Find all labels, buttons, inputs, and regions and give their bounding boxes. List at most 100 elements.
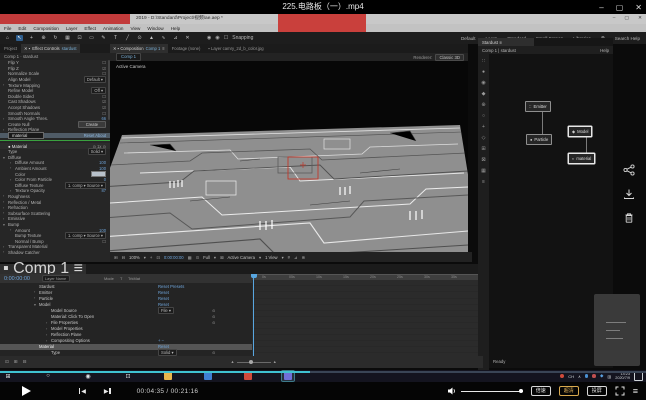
viewport-toolbar-item[interactable]: 100% <box>129 255 140 260</box>
effect-property-row[interactable]: › Shadow Catcher <box>0 250 110 256</box>
node-model[interactable]: ◆ Model <box>568 126 592 137</box>
tab-effect-controls[interactable]: ✕ ▪ Effect Controls stardust <box>21 44 79 53</box>
viewport-toolbar-item[interactable]: Full <box>203 255 210 260</box>
quality-button[interactable]: 超清 <box>559 386 579 396</box>
property-value[interactable]: 87 <box>101 188 106 193</box>
viewport-toolbar-item[interactable]: ⊟ <box>122 255 126 260</box>
menu-item[interactable]: Edit <box>18 26 26 31</box>
node-tool-icon[interactable]: ∷ <box>482 58 485 64</box>
node-tool-icon[interactable]: ⊞ <box>481 146 485 152</box>
node-tool-icon[interactable]: ≡ <box>482 179 485 185</box>
node-tool-icon[interactable]: ◇ <box>482 135 486 141</box>
tab-composition[interactable]: ✕ ▪ Composition Comp 1 ≡ <box>110 44 168 53</box>
share-icon[interactable] <box>623 164 635 176</box>
cast-button[interactable]: 投屏 <box>587 386 607 396</box>
trash-icon[interactable] <box>623 212 635 224</box>
viewport-toolbar-item[interactable]: Active Camera <box>227 255 254 260</box>
row-value[interactable]: Reset <box>158 296 169 301</box>
paragraph-panel-icon[interactable]: ◉ <box>215 35 219 41</box>
node-tool-icon[interactable]: ▦ <box>481 168 486 174</box>
tool-icon[interactable]: ⌂ <box>4 35 11 41</box>
tab-footage[interactable]: Footage (none) <box>168 46 205 51</box>
column-trkmat[interactable]: TrkMat <box>128 276 140 281</box>
column-mode[interactable]: Mode <box>104 276 114 281</box>
viewport-toolbar-item[interactable]: ⊠ <box>220 255 224 260</box>
viewport-toolbar-item[interactable]: ▦ <box>188 255 192 260</box>
column-t[interactable]: T <box>120 276 122 281</box>
node-material[interactable]: ◐ material <box>568 153 595 164</box>
volume-slider[interactable] <box>461 391 523 392</box>
viewport-canvas[interactable]: Active Camera <box>110 61 468 252</box>
volume-control[interactable] <box>447 386 523 396</box>
viewport-toolbar-item[interactable]: 1 View <box>265 255 278 260</box>
seek-bar[interactable] <box>0 371 646 373</box>
tool-icon[interactable]: ⊿ <box>172 35 179 41</box>
node-tool-icon[interactable]: ● <box>482 69 485 75</box>
tray-icon-blue[interactable] <box>585 374 589 378</box>
renderer-button[interactable]: Classic 3D <box>435 54 464 61</box>
next-button[interactable]: ▶ <box>104 388 111 395</box>
timeline-ruler-area[interactable] <box>252 274 478 356</box>
node-tool-icon[interactable]: ◆ <box>482 91 486 97</box>
tool-icon[interactable]: + <box>28 35 35 41</box>
search-help-label[interactable]: Search Help <box>615 36 640 41</box>
tool-icon[interactable]: ⊕ <box>40 35 47 41</box>
viewport-toolbar-item[interactable]: ▾ <box>214 255 216 260</box>
viewport-toolbar-item[interactable]: # <box>288 255 290 260</box>
tab-timeline-comp[interactable]: ▪ Comp 1 ≡ <box>0 264 86 274</box>
row-value[interactable]: Reset Presets <box>158 284 184 289</box>
current-timecode[interactable]: 0:00:00:00 <box>0 276 42 282</box>
viewport-toolbar-item[interactable]: ⊙ <box>196 255 200 260</box>
column-layer-name[interactable]: Layer Name <box>45 276 66 281</box>
volume-icon[interactable] <box>447 386 457 396</box>
effect-property-row[interactable]: material Reset About <box>0 133 110 139</box>
character-panel-icon[interactable]: ◉ <box>207 35 211 41</box>
property-value[interactable]: 100 <box>99 160 106 165</box>
tool-icon[interactable]: ▭ <box>88 35 95 41</box>
property-value[interactable]: 100 <box>99 166 106 171</box>
viewport-toolbar-item[interactable]: ⊿ <box>294 255 298 260</box>
stopwatch-icon[interactable]: ⊙ <box>212 308 215 313</box>
security-shield-icon[interactable]: ◆ <box>600 373 603 379</box>
property-value[interactable]: Reset About <box>84 133 106 138</box>
tool-icon[interactable]: ∿ <box>160 35 167 41</box>
property-value[interactable]: ☑ <box>102 99 106 104</box>
property-value[interactable]: ☑ <box>102 66 106 71</box>
tool-icon[interactable]: ↖ <box>16 35 23 41</box>
menu-item[interactable]: File <box>4 26 11 31</box>
playhead-line[interactable] <box>253 274 254 356</box>
node-tool-icon[interactable]: ⊕ <box>481 102 485 108</box>
property-value[interactable]: ☐ <box>102 239 106 244</box>
stopwatch-icon[interactable]: ⊙ <box>212 350 215 355</box>
menu-item[interactable]: View <box>130 26 140 31</box>
minimize-button[interactable]: – <box>599 3 603 12</box>
help-link[interactable]: Help <box>600 48 609 53</box>
menu-item[interactable]: Window <box>147 26 163 31</box>
snapping-checkbox[interactable]: ☐ <box>224 35 228 41</box>
viewport-toolbar-item[interactable]: ⊡ <box>156 255 160 260</box>
menu-item[interactable]: Animation <box>103 26 123 31</box>
effect-property-row[interactable] <box>0 140 110 141</box>
property-value[interactable]: ☐ <box>102 94 106 99</box>
property-value[interactable]: ☑ <box>102 105 106 110</box>
menu-item[interactable]: Effect <box>84 26 96 31</box>
playlist-icon[interactable]: ≡ <box>633 387 638 396</box>
previous-button[interactable]: ◀ <box>79 388 86 395</box>
menu-item[interactable]: Layer <box>66 26 78 31</box>
tab-stardust[interactable]: Stardust ≡ <box>478 38 534 46</box>
toggle-inout-icon[interactable]: ⊟ <box>23 359 27 365</box>
node-particle[interactable]: ● Particle <box>526 134 552 145</box>
toggle-transfer-icon[interactable]: ⊞ <box>14 359 18 365</box>
timeline-zoom-slider[interactable]: ▴ ▴ <box>231 359 276 365</box>
tab-close-icon[interactable]: ✕ ▪ <box>24 46 30 51</box>
fullscreen-icon[interactable] <box>615 386 625 396</box>
property-value[interactable]: ☐ <box>102 60 106 65</box>
tool-icon[interactable]: ⊙ <box>136 35 143 41</box>
tray-app-icon[interactable] <box>560 374 564 378</box>
tray-icon-red[interactable] <box>592 374 596 378</box>
stopwatch-icon[interactable]: ⊙ <box>212 320 215 325</box>
row-value[interactable]: + − <box>158 338 164 343</box>
tray-caret-icon[interactable]: ∧ <box>578 374 581 379</box>
tool-icon[interactable]: ⊡ <box>76 35 83 41</box>
toggle-switches-icon[interactable]: ⊡ <box>5 359 9 365</box>
